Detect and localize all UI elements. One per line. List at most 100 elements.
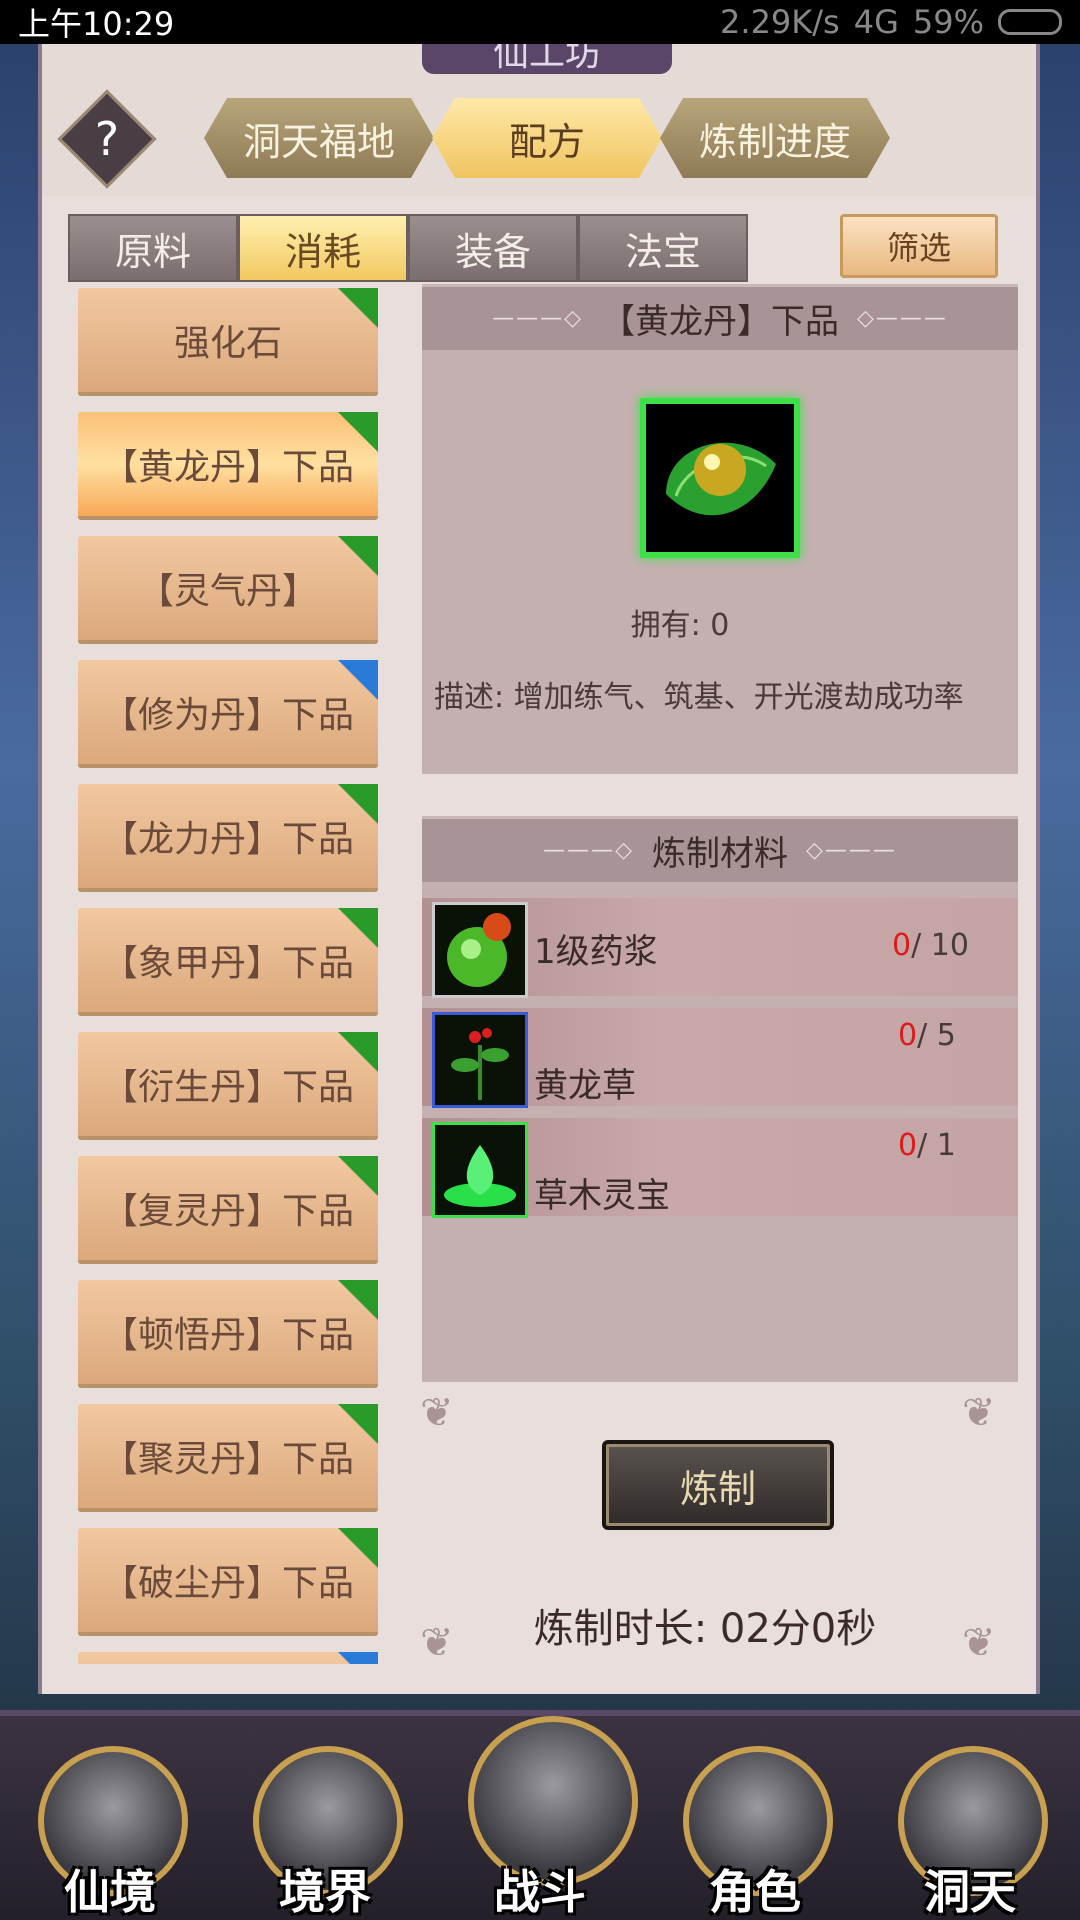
- recipe-item[interactable]: 【顿悟丹】下品: [78, 1280, 378, 1388]
- recipe-item-partial[interactable]: [78, 1652, 378, 1664]
- item-name-header: ———◇ 【黄龙丹】下品 ◇———: [422, 284, 1018, 350]
- material-name: 黄龙草: [534, 1066, 636, 1106]
- recipe-label: 【顿悟丹】下品: [101, 1315, 354, 1356]
- recipe-list[interactable]: 强化石 【黄龙丹】下品 【灵气丹】 【修为丹】下品 【龙力丹】下品 【象甲丹】下…: [68, 288, 382, 1664]
- material-row[interactable]: 草木灵宝 0/ 1: [422, 1118, 1018, 1218]
- owned-count: 拥有: 0: [630, 608, 730, 643]
- filter-button[interactable]: 筛选: [840, 214, 998, 278]
- green-flame-icon: [432, 1122, 528, 1218]
- material-count: 0/ 10: [892, 928, 969, 963]
- recipe-label: 【修为丹】下品: [101, 695, 354, 736]
- material-name: 1级药浆: [534, 932, 658, 972]
- tab-dongtian[interactable]: 洞天福地: [204, 98, 434, 178]
- material-row[interactable]: 黄龙草 0/ 5: [422, 1008, 1018, 1108]
- nav-label: 洞天: [924, 1865, 1016, 1919]
- ornament-right-icon: ◇———: [857, 306, 948, 331]
- item-description: 描述: 增加练气、筑基、开光渡劫成功率: [434, 680, 964, 715]
- green-corner-badge: [338, 1404, 378, 1444]
- nav-label: 境界: [279, 1865, 371, 1919]
- green-corner-badge: [338, 1280, 378, 1320]
- status-bar: 上午10:29 2.29K/s 4G 59%: [0, 0, 1080, 44]
- nav-wonderland[interactable]: 仙境: [30, 1746, 190, 1920]
- material-have: 0: [892, 928, 912, 963]
- nav-realm[interactable]: 境界: [245, 1746, 405, 1920]
- recipe-label: 【破尘丹】下品: [101, 1563, 354, 1604]
- nav-character[interactable]: 角色: [675, 1746, 835, 1920]
- subtab-consumables[interactable]: 消耗: [238, 214, 408, 282]
- nav-cave[interactable]: 洞天: [890, 1746, 1050, 1920]
- nav-label: 战斗: [494, 1865, 586, 1919]
- subtab-materials[interactable]: 原料: [68, 214, 238, 282]
- pill-icon[interactable]: [640, 398, 800, 558]
- material-have: 0: [898, 1128, 918, 1163]
- corner-ornament-icon: ❦: [962, 1390, 996, 1436]
- material-count: 0/ 1: [898, 1128, 956, 1163]
- blue-corner-badge: [338, 1652, 378, 1664]
- tab-label: 炼制进度: [698, 119, 851, 164]
- window-title: 仙工坊: [422, 44, 672, 74]
- material-need: / 10: [911, 928, 969, 963]
- green-corner-badge: [338, 1156, 378, 1196]
- bottom-nav: 仙境 境界 战斗 角色 洞天: [0, 1710, 1080, 1920]
- recipe-label: 【黄龙丹】下品: [101, 447, 354, 488]
- sub-tab-bar: 原料 消耗 装备 法宝: [68, 214, 748, 282]
- green-corner-badge: [338, 1032, 378, 1072]
- ornament-left-icon: ———◇: [492, 306, 583, 331]
- blue-corner-badge: [338, 660, 378, 700]
- material-have: 0: [898, 1018, 918, 1053]
- recipe-item[interactable]: 强化石: [78, 288, 378, 396]
- carrier-label: 4G: [853, 3, 899, 41]
- materials-list: 1级药浆 0/ 10 黄龙草 0/ 5 草木灵宝 0/ 1: [422, 882, 1018, 1382]
- tab-label: 配方: [508, 119, 585, 164]
- green-corner-badge: [338, 412, 378, 452]
- craft-button[interactable]: 炼制: [602, 1440, 834, 1530]
- craft-duration: 炼制时长: 02分0秒: [533, 1606, 877, 1652]
- tab-progress[interactable]: 炼制进度: [660, 98, 890, 178]
- network-speed: 2.29K/s: [720, 3, 840, 41]
- status-right: 2.29K/s 4G 59%: [720, 3, 1062, 41]
- ornament-left-icon: ———◇: [543, 838, 634, 863]
- materials-header: ———◇ 炼制材料 ◇———: [422, 816, 1018, 882]
- recipe-item[interactable]: 【龙力丹】下品: [78, 784, 378, 892]
- recipe-item[interactable]: 【灵气丹】: [78, 536, 378, 644]
- recipe-item[interactable]: 【聚灵丹】下品: [78, 1404, 378, 1512]
- material-count: 0/ 5: [898, 1018, 956, 1053]
- status-time: 上午10:29: [18, 5, 175, 43]
- nav-battle[interactable]: 战斗: [460, 1716, 638, 1919]
- green-corner-badge: [338, 1528, 378, 1568]
- tab-recipe[interactable]: 配方: [432, 98, 662, 178]
- recipe-item[interactable]: 【衍生丹】下品: [78, 1032, 378, 1140]
- item-name: 【黄龙丹】下品: [601, 302, 839, 342]
- subtab-equipment[interactable]: 装备: [408, 214, 578, 282]
- green-corner-badge: [338, 908, 378, 948]
- recipe-label: 【龙力丹】下品: [101, 819, 354, 860]
- green-corner-badge: [338, 536, 378, 576]
- recipe-label: 【聚灵丹】下品: [101, 1439, 354, 1480]
- battery-percent: 59%: [912, 3, 984, 41]
- recipe-label: 【衍生丹】下品: [101, 1067, 354, 1108]
- corner-ornament-icon: ❦: [420, 1390, 454, 1436]
- recipe-label: 【灵气丹】: [137, 571, 318, 612]
- recipe-item[interactable]: 【破尘丹】下品: [78, 1528, 378, 1636]
- recipe-item[interactable]: 【复灵丹】下品: [78, 1156, 378, 1264]
- green-corner-badge: [338, 784, 378, 824]
- item-info: 拥有: 0 描述: 增加练气、筑基、开光渡劫成功率: [422, 350, 1018, 774]
- battery-icon: [998, 9, 1062, 35]
- tab-label: 洞天福地: [242, 119, 395, 164]
- recipe-label: 【象甲丹】下品: [101, 943, 354, 984]
- materials-title: 炼制材料: [652, 834, 788, 874]
- green-corner-badge: [338, 288, 378, 328]
- help-icon: ?: [94, 112, 120, 166]
- material-row[interactable]: 1级药浆 0/ 10: [422, 898, 1018, 998]
- material-name: 草木灵宝: [534, 1176, 670, 1216]
- recipe-label: 强化石: [173, 323, 282, 364]
- recipe-item-selected[interactable]: 【黄龙丹】下品: [78, 412, 378, 520]
- recipe-label: 【复灵丹】下品: [101, 1191, 354, 1232]
- recipe-item[interactable]: 【修为丹】下品: [78, 660, 378, 768]
- recipe-item[interactable]: 【象甲丹】下品: [78, 908, 378, 1016]
- nav-label: 角色: [709, 1865, 801, 1919]
- nav-label: 仙境: [64, 1865, 156, 1919]
- potion-icon: [432, 902, 528, 998]
- subtab-treasure[interactable]: 法宝: [578, 214, 748, 282]
- ornament-right-icon: ◇———: [806, 838, 897, 863]
